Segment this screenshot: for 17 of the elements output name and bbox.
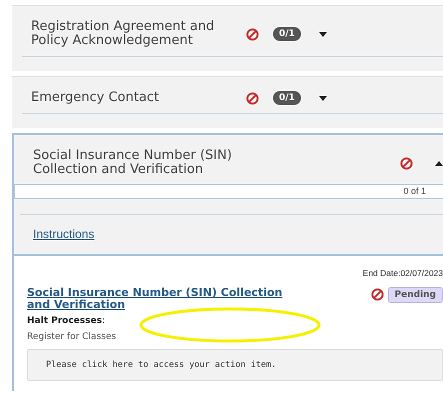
caret-up-icon[interactable] bbox=[435, 160, 443, 166]
halt-process-value: Register for Classes bbox=[27, 332, 118, 342]
caret-down-icon[interactable] bbox=[318, 96, 327, 100]
section-title[interactable]: Social Insurance Number (SIN) Collection and Verification bbox=[33, 149, 283, 177]
count-badge: 0/1 bbox=[273, 27, 301, 41]
end-date: End Date:02/07/2023 bbox=[362, 268, 443, 278]
blocked-icon bbox=[370, 288, 384, 301]
action-item-button[interactable]: Please click here to access your action item. bbox=[27, 349, 443, 381]
action-item-link[interactable]: Social Insurance Number (SIN) Collection and Verification bbox=[27, 287, 292, 311]
count-badge: 0/1 bbox=[273, 91, 301, 105]
progress-reading: 0 of 1 bbox=[403, 185, 426, 198]
status-badge: Pending bbox=[388, 287, 443, 303]
section-title[interactable]: Registration Agreement and Policy Acknowledgement bbox=[31, 20, 246, 48]
halt-processes-label: Halt Processes: bbox=[27, 316, 106, 326]
caret-down-icon[interactable] bbox=[318, 32, 327, 36]
instructions-link[interactable]: Instructions bbox=[33, 227, 94, 241]
section-title[interactable]: Emergency Contact bbox=[31, 91, 246, 105]
